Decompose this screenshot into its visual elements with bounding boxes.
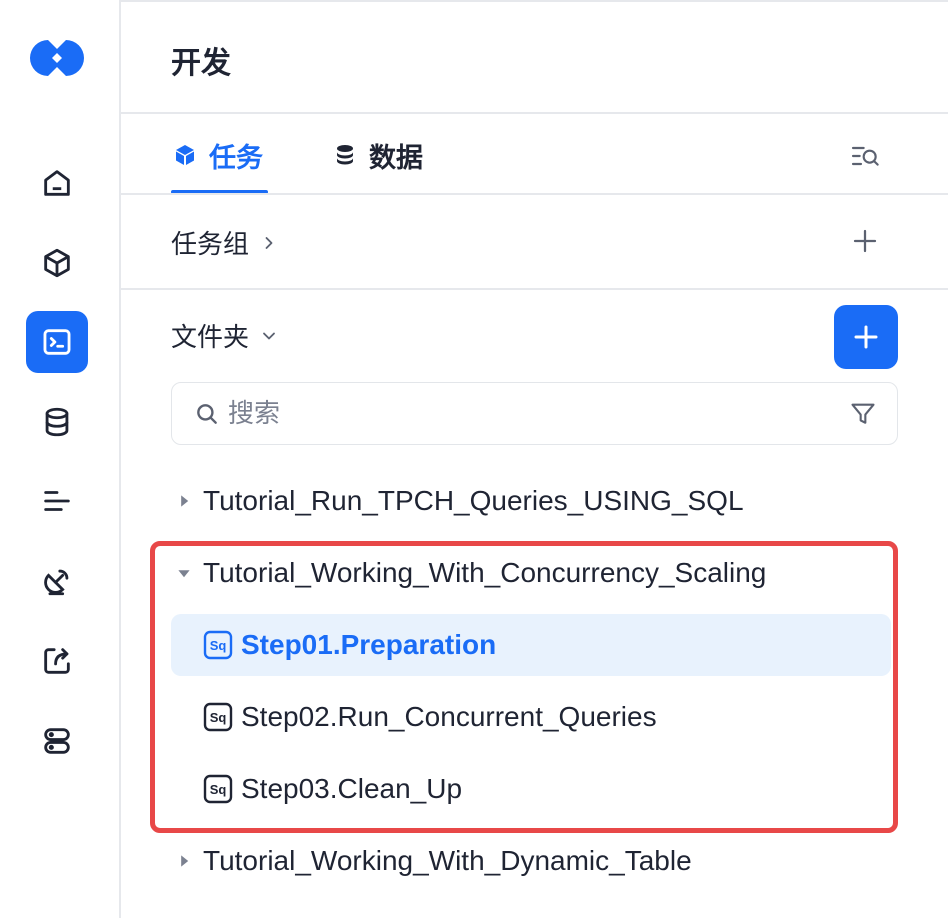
tab-data-label: 数据 [369,142,423,174]
task-group-label: 任务组 [171,230,250,260]
tree-file-label: Step01.Preparation [241,629,497,660]
task-group-toggle[interactable]: 任务组 [171,224,279,261]
chevron-down-icon [263,332,275,339]
folder-toggle[interactable]: 文件夹 [171,317,279,354]
nav-cube-button[interactable] [26,232,88,294]
database-icon [45,407,69,437]
tree-folder-item[interactable]: Tutorial_Working_With_Concurrency_Scalin… [173,542,766,604]
satellite-icon [44,569,69,596]
terminal-icon [43,329,71,355]
filter-icon[interactable] [849,400,877,428]
chevron-right-icon [265,236,273,249]
nav-develop-button[interactable] [26,311,88,373]
svg-text:Sq: Sq [210,782,227,797]
nav-monitor-button[interactable] [26,550,88,612]
nav-server-button[interactable] [26,710,88,772]
share-icon [44,648,70,674]
tab-tasks-label: 任务 [209,142,263,174]
tree-folder-label: Tutorial_Working_With_Concurrency_Scalin… [203,557,767,588]
develop-panel: 开发 任务 数据 任务组 文件夹 Tutorial_Run_TPCH_Queri… [121,0,948,918]
svg-text:Sq: Sq [210,710,227,725]
nav-home-button[interactable] [26,152,88,214]
tree-file-label: Step03.Clean_Up [241,773,463,804]
tabs-divider [121,193,948,195]
list-icon [44,491,70,511]
caret-right-icon [173,490,195,512]
sql-file-icon: Sq [203,630,233,660]
search-box[interactable] [171,382,898,445]
search-tree-icon[interactable] [849,140,881,172]
tree-folder-label: Tutorial_Run_TPCH_Queries_USING_SQL [203,485,744,516]
top-divider [121,0,948,2]
app-logo-icon[interactable] [28,38,86,78]
cube-icon [44,248,70,278]
sql-file-icon: Sq [203,774,233,804]
plus-icon [854,325,878,349]
search-icon [197,403,217,424]
cube-icon [176,145,194,165]
add-task-group-icon[interactable] [850,226,880,256]
tree-file-item[interactable]: Sq Step02.Run_Concurrent_Queries [203,686,657,748]
tree-folder-label: Tutorial_Working_With_Dynamic_Table [203,845,692,876]
search-input[interactable] [228,398,828,429]
caret-down-icon [173,562,195,584]
home-icon [44,170,70,196]
nav-share-button[interactable] [26,630,88,692]
tree-file-label: Step02.Run_Concurrent_Queries [241,701,657,732]
tab-tasks[interactable]: 任务 [173,134,263,176]
add-button[interactable] [834,305,898,369]
task-group-divider [121,288,948,290]
page-title: 开发 [171,46,231,81]
tree-file-item[interactable]: Sq Step03.Clean_Up [203,758,462,820]
database-icon [337,145,353,165]
nav-list-button[interactable] [26,470,88,532]
tree-folder-item[interactable]: Tutorial_Working_With_Dynamic_Table [173,830,692,892]
nav-data-button[interactable] [26,391,88,453]
sidebar [0,0,121,918]
server-icon [44,728,70,754]
caret-right-icon [173,850,195,872]
svg-text:Sq: Sq [210,638,227,653]
header-divider [121,112,948,114]
tree-file-item-selected[interactable]: Sq Step01.Preparation [171,614,891,676]
tab-data[interactable]: 数据 [333,134,423,176]
folder-label: 文件夹 [171,323,250,353]
tree-folder-item[interactable]: Tutorial_Run_TPCH_Queries_USING_SQL [173,470,744,532]
sql-file-icon: Sq [203,702,233,732]
